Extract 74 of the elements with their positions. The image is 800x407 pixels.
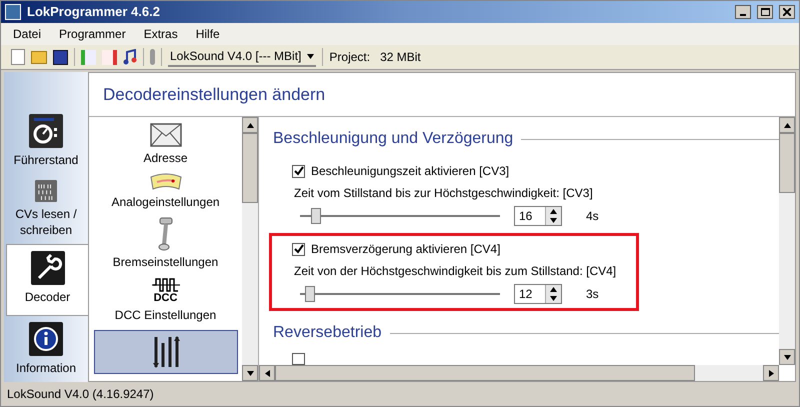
slider-caption: Zeit vom Stillstand bis zur Höchstgeschwindigkeit: [CV3] xyxy=(293,185,594,202)
speedometer-icon xyxy=(29,114,63,148)
up-arrow-icon xyxy=(550,287,557,292)
wrench-icon xyxy=(30,251,64,285)
checkbox-label: Beschleunigungszeit aktivieren [CV3] xyxy=(311,163,510,180)
spinner-value: 16 xyxy=(518,208,534,225)
square-wave-icon xyxy=(150,277,180,292)
envelope-icon xyxy=(150,123,182,147)
menu-item[interactable]: Hilfe xyxy=(196,25,220,43)
scrollbar[interactable] xyxy=(242,117,258,381)
right-arrow-icon xyxy=(768,370,774,376)
scroll-thumb[interactable] xyxy=(275,365,695,381)
scrollbar[interactable] xyxy=(779,117,795,365)
app-logo-icon xyxy=(5,4,21,20)
scroll-down-button[interactable] xyxy=(242,365,258,381)
section-heading: Beschleunigung und Verzögerung xyxy=(273,129,514,149)
maximize-icon[interactable] xyxy=(757,5,773,19)
scroll-down-button[interactable] xyxy=(779,349,795,365)
checkbox[interactable] xyxy=(292,164,305,178)
number-spinner[interactable]: 12 xyxy=(514,284,562,304)
up-arrow-icon xyxy=(784,122,790,128)
category-item[interactable]: DCC DCC Einstellungen xyxy=(94,277,238,324)
music-note-icon[interactable] xyxy=(123,49,137,65)
nav-item[interactable]: CVs lesen / schreiben xyxy=(4,174,88,244)
slider-thumb[interactable] xyxy=(311,208,321,224)
status-text: LokSound V4.0 (4.16.9247) xyxy=(7,386,154,403)
category-item[interactable] xyxy=(94,330,238,374)
sliders-icon xyxy=(152,335,180,369)
slider-caption: Zeit von der Höchstgeschwindigkeit bis zum Stillstand: [CV4] xyxy=(293,263,618,280)
scroll-up-button[interactable] xyxy=(242,117,258,133)
down-arrow-icon xyxy=(550,296,557,301)
slider-thumb[interactable] xyxy=(305,286,315,302)
checkbox[interactable] xyxy=(292,353,305,365)
decoder-dropdown[interactable]: LokSound V4.0 [--- MBit] xyxy=(168,47,316,67)
caret-icon[interactable] xyxy=(307,54,314,58)
spinner-value: 12 xyxy=(518,286,534,303)
section-heading: Reversebetrieb xyxy=(273,323,382,343)
category-item[interactable]: Analogeinstellungen xyxy=(94,173,238,211)
info-icon xyxy=(29,322,63,356)
time-reading: 4s xyxy=(585,208,599,225)
window-title: LokProgrammer 4.6.2 xyxy=(27,3,160,22)
down-arrow-icon xyxy=(550,218,557,223)
scrollbar[interactable] xyxy=(259,365,779,381)
nav-item[interactable]: Information xyxy=(4,316,88,382)
page-title: Decodereinstellungen ändern xyxy=(103,84,326,106)
up-arrow-icon xyxy=(550,209,557,214)
menu-item[interactable]: Datei xyxy=(13,25,42,43)
close-icon[interactable] xyxy=(779,5,795,19)
category-item[interactable]: Bremseinstellungen xyxy=(94,217,238,271)
minimize-icon[interactable] xyxy=(735,5,751,19)
dcc-icon-label: DCC xyxy=(154,292,178,304)
scroll-left-button[interactable] xyxy=(259,365,275,381)
left-arrow-icon xyxy=(264,370,270,376)
number-spinner[interactable]: 16 xyxy=(514,206,562,226)
nav-item[interactable]: Decoder xyxy=(6,244,88,316)
scroll-thumb[interactable] xyxy=(779,133,795,193)
category-item[interactable]: Adresse xyxy=(94,123,238,167)
menu-item[interactable]: Extras xyxy=(144,25,178,43)
slider-track[interactable] xyxy=(300,208,500,224)
project-label: Project: xyxy=(329,49,370,66)
down-arrow-icon xyxy=(784,354,790,360)
project-size: 32 MBit xyxy=(380,49,421,66)
nav-item[interactable]: Führerstand xyxy=(4,108,88,174)
time-reading: 3s xyxy=(585,286,599,303)
gauge-icon xyxy=(148,173,182,191)
checkbox-label: Bremsverzögerung aktivieren [CV4] xyxy=(311,241,500,258)
up-arrow-icon xyxy=(246,122,254,128)
slider-track[interactable] xyxy=(300,286,500,302)
scroll-thumb[interactable] xyxy=(242,133,258,203)
scroll-right-button[interactable] xyxy=(763,365,779,381)
scroll-up-button[interactable] xyxy=(779,117,795,133)
menu-item[interactable]: Programmer xyxy=(59,25,126,43)
checkbox[interactable] xyxy=(292,242,305,256)
down-arrow-icon xyxy=(246,370,254,376)
